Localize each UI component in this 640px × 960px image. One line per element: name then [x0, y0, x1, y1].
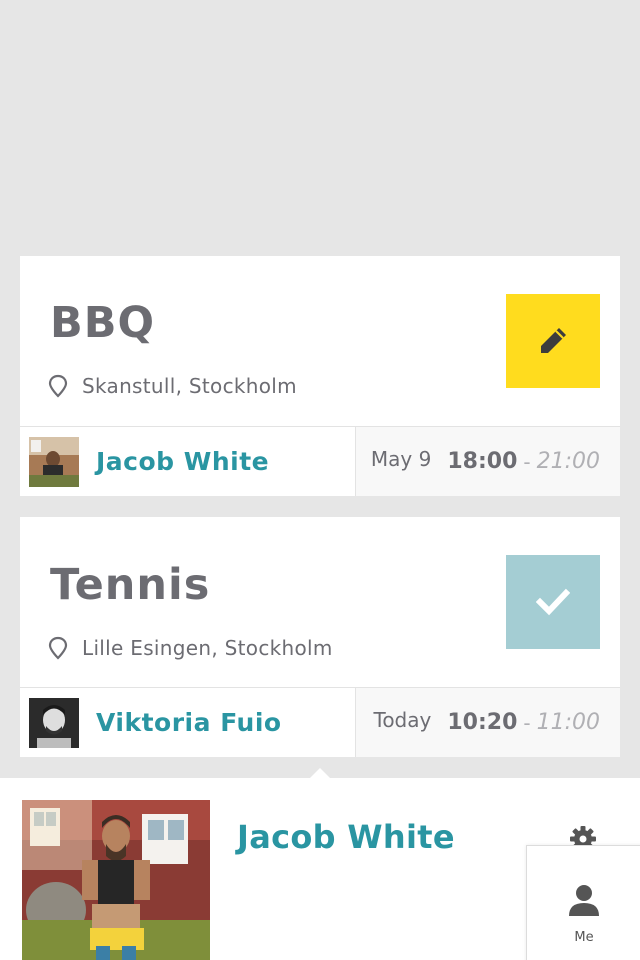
check-icon — [536, 588, 570, 616]
event-card[interactable]: Tennis Lille Esingen, Stockholm Viktoria… — [20, 517, 620, 757]
event-time: Today 10:20 - 11:00 — [356, 688, 620, 757]
panel-pointer — [309, 768, 331, 779]
location-pin-icon — [48, 636, 68, 660]
event-end-time: 21:00 — [536, 449, 600, 474]
event-start-time: 10:20 — [447, 710, 518, 735]
avatar[interactable] — [29, 697, 79, 748]
event-card[interactable]: BBQ Skanstull, Stockholm Jacob White May… — [20, 256, 620, 496]
host-name[interactable]: Viktoria Fuio — [96, 708, 282, 737]
event-location-text: Lille Esingen, Stockholm — [82, 636, 333, 660]
event-end-time: 11:00 — [536, 710, 600, 735]
confirm-button[interactable] — [506, 555, 600, 649]
event-title: BBQ — [50, 298, 156, 348]
event-day: May 9 — [370, 446, 432, 471]
time-separator: - — [523, 710, 531, 735]
edit-button[interactable] — [506, 294, 600, 388]
time-separator: - — [523, 449, 531, 474]
event-location: Skanstull, Stockholm — [48, 374, 297, 398]
event-start-time: 18:00 — [447, 449, 518, 474]
event-location: Lille Esingen, Stockholm — [48, 636, 333, 660]
event-time: May 9 18:00 - 21:00 — [356, 427, 620, 496]
tab-me-label: Me — [574, 930, 594, 945]
host-name[interactable]: Jacob White — [96, 447, 269, 476]
profile-photo[interactable] — [22, 800, 210, 960]
event-location-text: Skanstull, Stockholm — [82, 374, 297, 398]
event-title: Tennis — [50, 560, 211, 610]
event-day: Today — [373, 707, 432, 732]
tab-me[interactable]: Me — [526, 845, 640, 960]
location-pin-icon — [48, 374, 68, 398]
event-host[interactable]: Jacob White — [20, 427, 356, 496]
person-icon — [569, 885, 599, 916]
profile-name: Jacob White — [237, 818, 455, 856]
avatar[interactable] — [29, 436, 79, 487]
edit-icon — [541, 328, 566, 353]
event-host[interactable]: Viktoria Fuio — [20, 688, 356, 757]
profile-panel: Jacob White Me — [0, 768, 640, 960]
